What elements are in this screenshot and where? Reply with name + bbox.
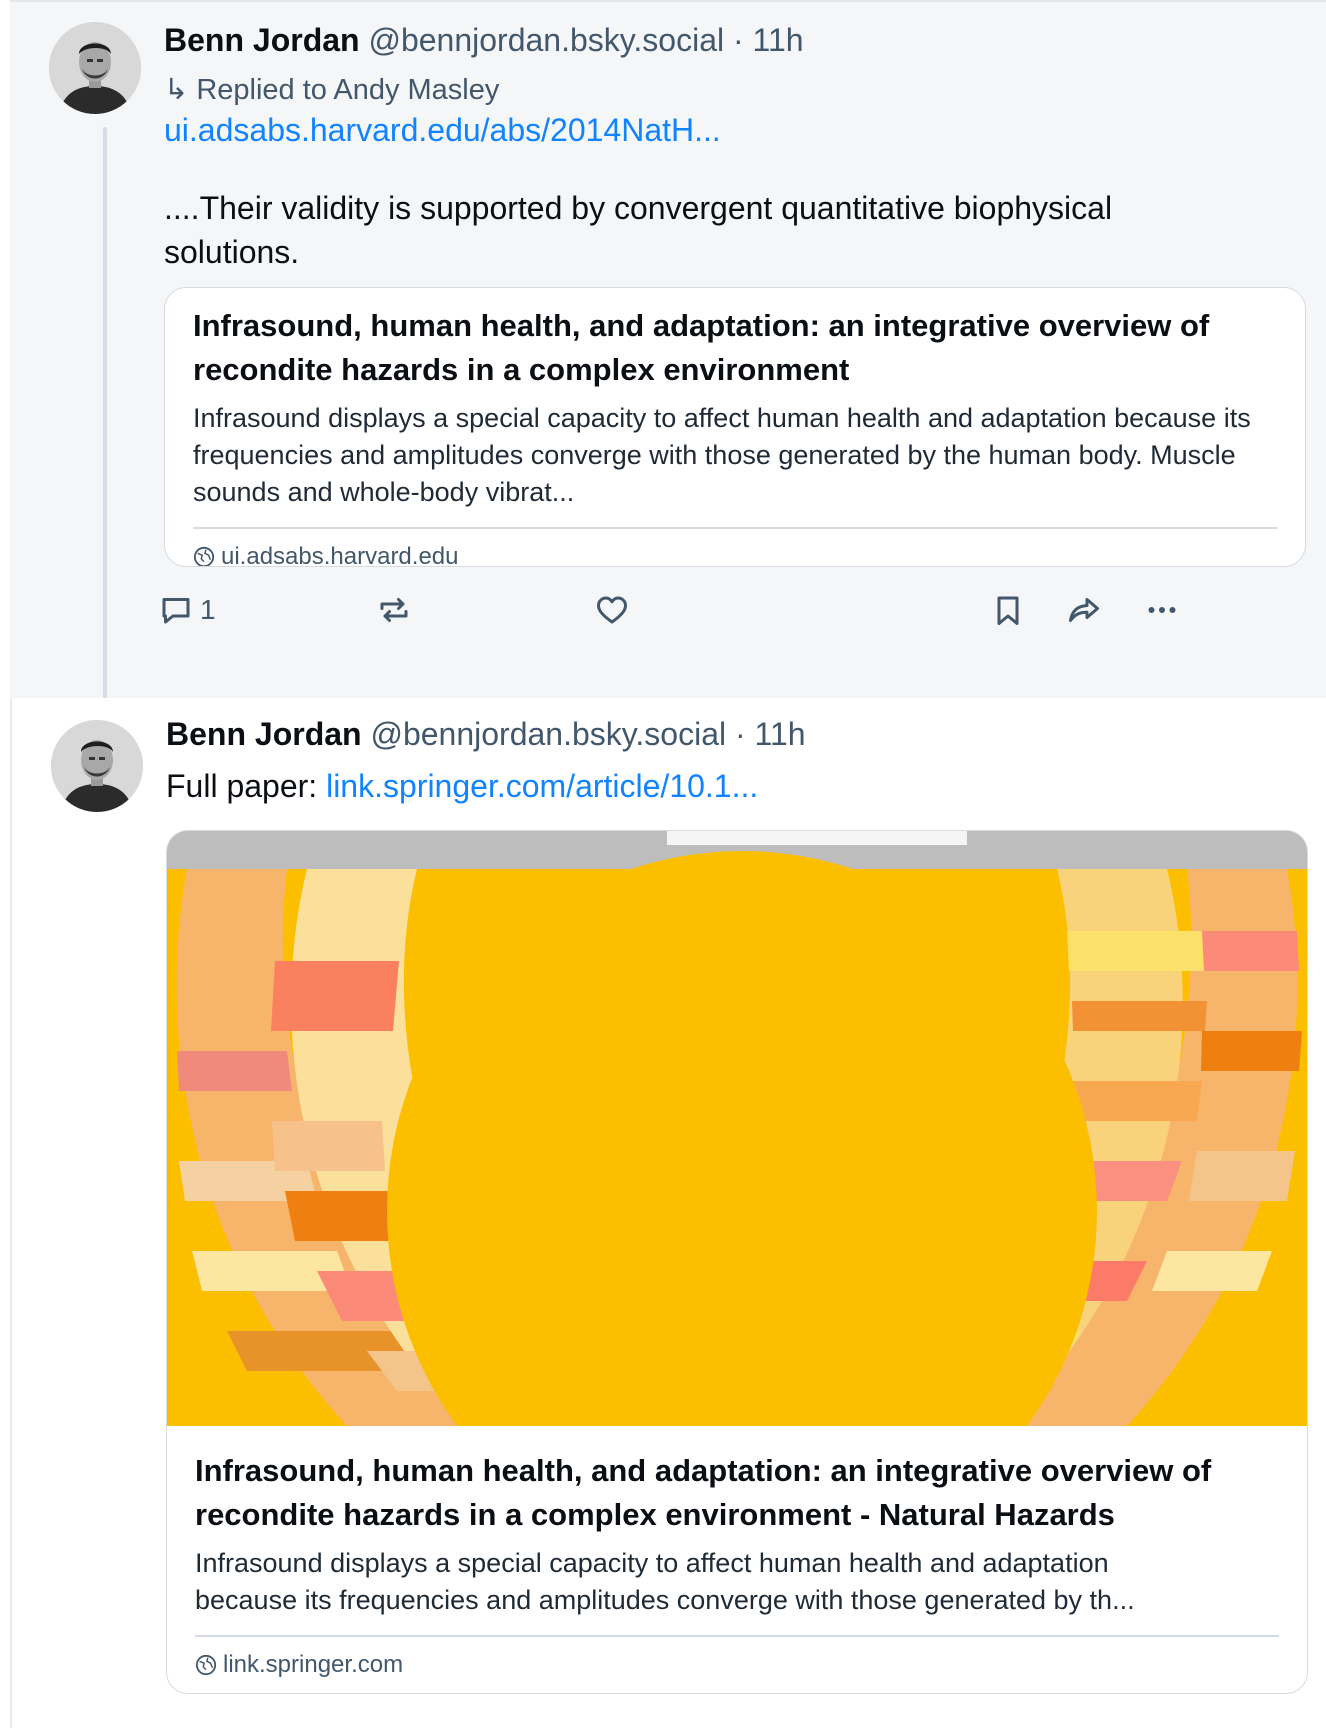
bookmark-icon — [997, 596, 1019, 625]
replied-to[interactable]: ↳ Replied to Andy Masley — [164, 72, 499, 107]
card-domain: ui.adsabs.harvard.edu — [193, 542, 1277, 567]
reply-button[interactable]: 1 — [158, 592, 216, 628]
card-domain-label: link.springer.com — [223, 1650, 404, 1678]
like-button[interactable] — [594, 592, 630, 628]
post-actions: 1 — [162, 592, 1304, 632]
more-button[interactable] — [1144, 592, 1180, 628]
card-domain: link.springer.com — [195, 1651, 1279, 1679]
like-icon — [597, 596, 627, 624]
avatar[interactable] — [51, 720, 143, 812]
author-line: Benn Jordan @bennjordan.bsky.social · 11… — [164, 22, 804, 59]
post-reply[interactable]: Benn Jordan @bennjordan.bsky.social · 11… — [10, 0, 1326, 707]
thread-line — [103, 127, 107, 707]
bookmark-button[interactable] — [990, 592, 1026, 628]
link-card[interactable]: Infrasound, human health, and adaptation… — [164, 287, 1306, 567]
card-divider — [195, 1635, 1279, 1637]
card-description-line2: because its frequencies and amplitudes c… — [195, 1585, 1135, 1615]
separator-dot: · — [733, 22, 753, 58]
link-card[interactable]: Infrasound, human health, and adaptation… — [166, 830, 1308, 1694]
reply-icon — [162, 598, 190, 624]
feed: Benn Jordan @bennjordan.bsky.social · 11… — [0, 0, 1326, 1728]
card-title: Infrasound, human health, and adaptation… — [193, 308, 1210, 387]
author-name[interactable]: Benn Jordan — [164, 22, 360, 58]
post-link: ui.adsabs.harvard.edu/abs/2014NatH... — [164, 108, 721, 152]
post-time[interactable]: 11h — [755, 716, 806, 752]
globe-icon — [195, 1654, 217, 1675]
post-link-anchor[interactable]: link.springer.com/article/10.1... — [326, 768, 758, 804]
post-time[interactable]: 11h — [753, 22, 804, 58]
replied-to-label: Replied to Andy Masley — [196, 74, 500, 106]
reply-arrow-icon: ↳ — [164, 74, 189, 106]
author-name[interactable]: Benn Jordan — [166, 716, 362, 752]
card-divider — [193, 527, 1277, 529]
share-icon — [1069, 598, 1099, 622]
card-thumbnail — [167, 831, 1307, 1426]
card-title: Infrasound, human health, and adaptation… — [195, 1453, 1212, 1532]
author-handle[interactable]: @bennjordan.bsky.social — [370, 716, 726, 752]
post-link-anchor[interactable]: ui.adsabs.harvard.edu/abs/2014NatH... — [164, 112, 721, 148]
repost-button[interactable] — [376, 592, 412, 628]
avatar[interactable] — [49, 22, 141, 114]
card-description: Infrasound displays a special capacity t… — [193, 403, 1251, 507]
globe-icon — [193, 546, 215, 566]
post-body: ....Their validity is supported by conve… — [164, 190, 1113, 270]
author-line: Benn Jordan @bennjordan.bsky.social · 11… — [166, 716, 806, 753]
post-prefix: Full paper: — [166, 768, 318, 804]
more-icon — [1148, 607, 1176, 613]
author-handle[interactable]: @bennjordan.bsky.social — [368, 22, 724, 58]
card-domain-label: ui.adsabs.harvard.edu — [221, 542, 459, 567]
repost-icon — [380, 598, 408, 622]
post-full-paper[interactable]: Benn Jordan @bennjordan.bsky.social · 11… — [10, 698, 1326, 1728]
separator-dot: · — [735, 716, 755, 752]
card-description-line1: Infrasound displays a special capacity t… — [195, 1548, 1109, 1578]
post-body: Full paper: link.springer.com/article/10… — [166, 764, 758, 808]
reply-count: 1 — [200, 594, 216, 625]
share-button[interactable] — [1066, 592, 1102, 628]
